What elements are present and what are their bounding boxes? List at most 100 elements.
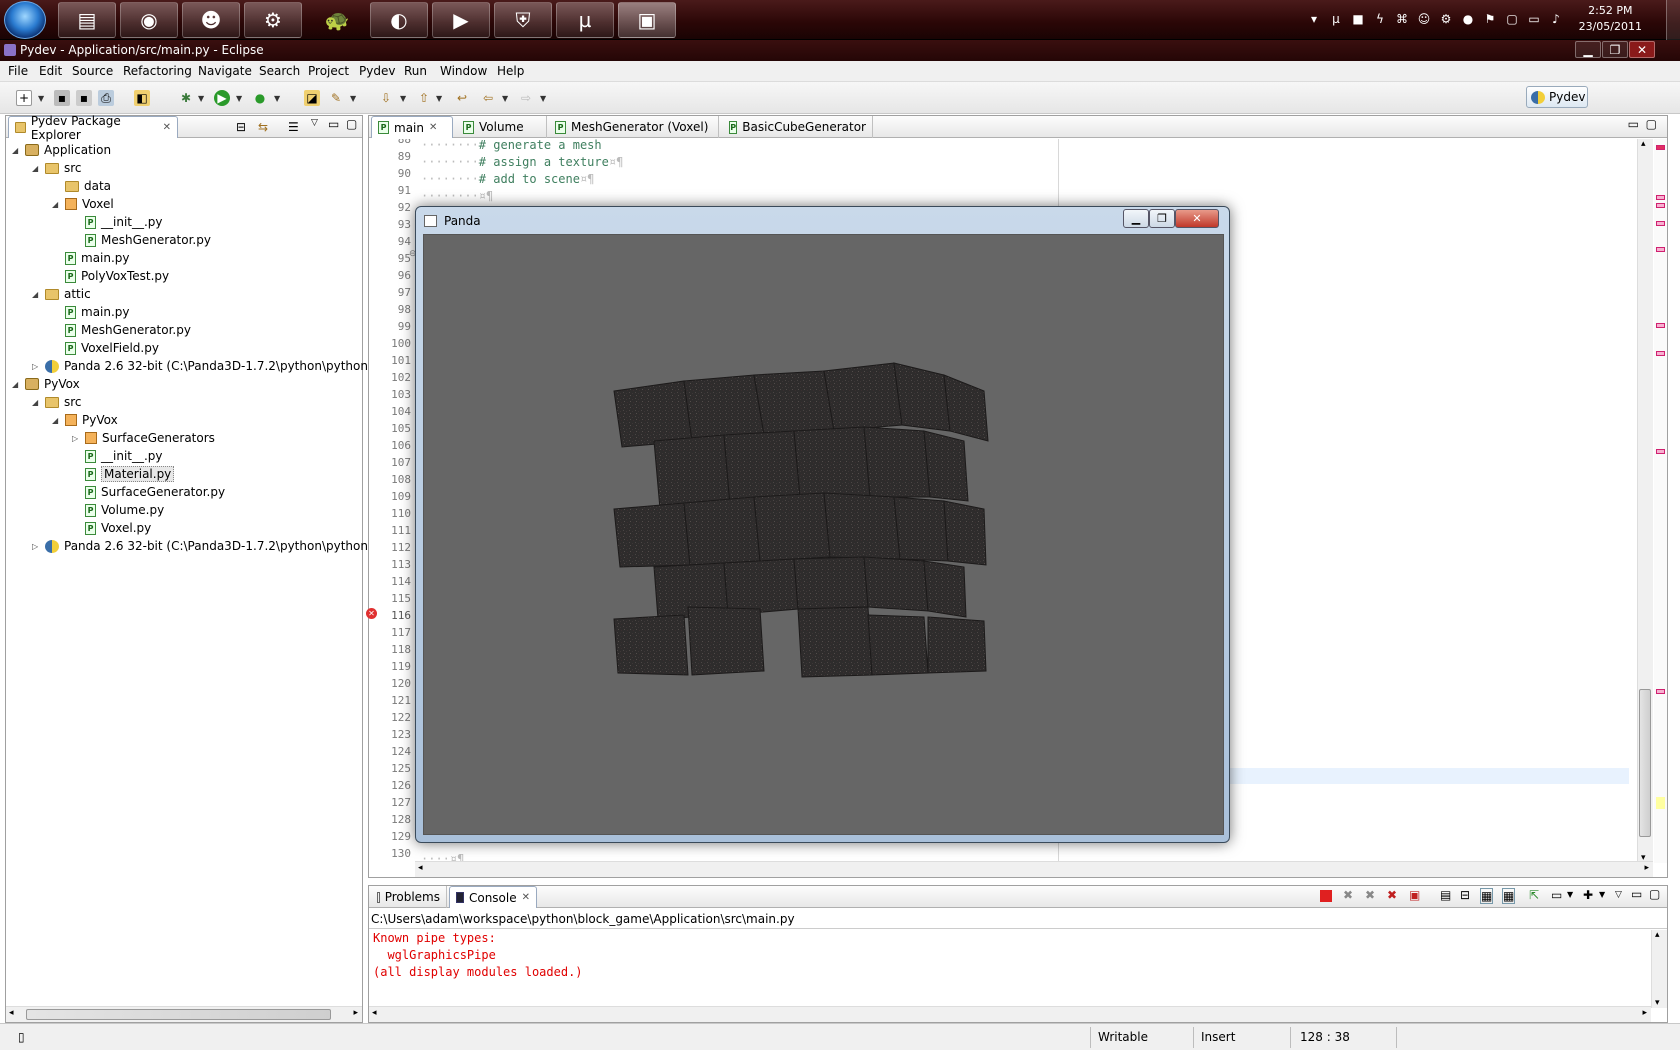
maximize-editor-icon[interactable]: ▢ <box>1646 117 1657 131</box>
editor-hscroll[interactable]: ◂ ▸ <box>415 861 1653 877</box>
tray-network-icon[interactable]: ⌘ <box>1394 11 1410 27</box>
close-console-icon[interactable]: ▣ <box>1409 888 1420 902</box>
panda-maximize-button[interactable]: ❐ <box>1149 209 1175 228</box>
forward-icon[interactable]: ⇨ <box>518 90 534 106</box>
scroll-right-icon[interactable]: ▸ <box>1642 1008 1647 1018</box>
menu-navigate[interactable]: Navigate <box>198 64 252 78</box>
shield-icon[interactable]: ⛨ <box>494 2 552 38</box>
panda-minimize-button[interactable]: ▁ <box>1123 209 1149 228</box>
link-editor-icon[interactable]: ⇆ <box>258 120 268 134</box>
chat-icon[interactable]: ☻ <box>182 2 240 38</box>
tree-item[interactable]: ◢ PyVox <box>12 375 80 393</box>
minimize-view-icon[interactable]: ▭ <box>328 117 339 131</box>
tray-steam-icon[interactable]: ⚙ <box>1438 11 1454 27</box>
tortoise-icon[interactable]: 🐢 <box>308 2 366 38</box>
panda-window[interactable]: Panda ▁ ❐ ✕ <box>415 206 1230 843</box>
ruler-mark[interactable] <box>1656 203 1665 208</box>
restore-button[interactable]: ❐ <box>1602 41 1628 58</box>
scroll-left-icon[interactable]: ◂ <box>418 863 423 873</box>
remove-all-icon[interactable]: ✖ <box>1365 888 1375 902</box>
tray-monitor-icon[interactable]: ▭ <box>1526 11 1542 27</box>
menu-help[interactable]: Help <box>497 64 524 78</box>
python-icon[interactable]: ▣ <box>618 2 676 38</box>
maximize-view-icon[interactable]: ▢ <box>346 117 357 131</box>
tree-item[interactable]: P __init__.py <box>72 447 163 465</box>
console-hscroll[interactable]: ◂ ▸ <box>369 1006 1651 1022</box>
close-button[interactable]: ✕ <box>1629 41 1655 58</box>
minimize-view-icon[interactable]: ▭ <box>1631 887 1642 901</box>
tab-basiccubegenerator[interactable]: P BasicCubeGenerator <box>723 116 873 138</box>
tree-item[interactable]: P __init__.py <box>72 213 163 231</box>
menu-source[interactable]: Source <box>72 64 113 78</box>
maximize-view-icon[interactable]: ▢ <box>1649 887 1660 901</box>
ruler-mark[interactable] <box>1656 689 1665 694</box>
tree-item[interactable]: P Volume.py <box>72 501 164 519</box>
ruler-mark[interactable] <box>1656 323 1665 328</box>
save-icon[interactable]: ▪ <box>54 90 70 106</box>
external-tools-icon[interactable]: ● <box>252 90 268 106</box>
ruler-mark[interactable] <box>1656 247 1665 252</box>
scroll-left-icon[interactable]: ◂ <box>9 1008 14 1018</box>
tab-volume[interactable]: P Volume <box>457 116 547 138</box>
tree-item[interactable]: ◢ Application <box>12 141 111 159</box>
menu-project[interactable]: Project <box>308 64 349 78</box>
tree-item[interactable]: P PolyVoxTest.py <box>52 267 169 285</box>
menu-pydev[interactable]: Pydev <box>359 64 395 78</box>
open-console-icon[interactable]: ✚ <box>1583 888 1593 902</box>
ruler-error-mark[interactable] <box>1656 145 1665 150</box>
tray-expand-icon[interactable]: ▾ <box>1306 11 1322 27</box>
terminate-icon[interactable] <box>1320 890 1332 902</box>
scroll-down-icon[interactable]: ▾ <box>1655 998 1660 1008</box>
debug-icon[interactable]: ✱ <box>178 90 194 106</box>
pen-dropdown-icon[interactable]: ▼ <box>350 94 356 103</box>
remove-launch-icon[interactable]: ✖ <box>1343 888 1353 902</box>
ruler-mark[interactable] <box>1656 449 1665 454</box>
explorer-icon[interactable]: ▤ <box>58 2 116 38</box>
explorer-hscroll[interactable]: ◂ ▸ <box>6 1006 362 1022</box>
pin-console-icon[interactable]: ⇱ <box>1529 888 1539 902</box>
show-desktop-button[interactable] <box>1666 0 1680 40</box>
run-icon[interactable]: ▶ <box>214 90 230 106</box>
fast-view-icon[interactable]: ▯ <box>18 1030 25 1044</box>
tree-item[interactable]: P Voxel.py <box>72 519 151 537</box>
external-tools-dropdown-icon[interactable]: ▼ <box>274 94 280 103</box>
tree-item[interactable]: ◢ Voxel <box>52 195 114 213</box>
minimize-button[interactable]: ▁ <box>1575 41 1601 58</box>
tree-item[interactable]: ▷ Panda 2.6 32-bit (C:\Panda3D-1.7.2\pyth… <box>32 357 388 375</box>
error-marker-icon[interactable]: ✕ <box>366 608 377 619</box>
prev-annotation-dropdown-icon[interactable]: ▼ <box>436 94 442 103</box>
view-dropdown-icon[interactable]: ▽ <box>311 118 318 128</box>
menu-window[interactable]: Window <box>440 64 487 78</box>
panda-3d-viewport[interactable] <box>423 234 1224 835</box>
tree-item[interactable]: P VoxelField.py <box>52 339 159 357</box>
forward-dropdown-icon[interactable]: ▼ <box>540 94 546 103</box>
tree-item-selected[interactable]: P Material.py <box>72 465 175 483</box>
tab-console[interactable]: Console ✕ <box>449 886 537 908</box>
steam-icon[interactable]: ⚙ <box>244 2 302 38</box>
new-icon[interactable]: + <box>16 90 32 106</box>
open-console-dropdown-icon[interactable]: ▼ <box>1599 890 1605 899</box>
close-tab-icon[interactable]: ✕ <box>429 122 437 133</box>
explorer-hscroll-thumb[interactable] <box>26 1009 331 1020</box>
tree-item[interactable]: ◢ attic <box>32 285 91 303</box>
tray-security-icon[interactable]: ● <box>1460 11 1476 27</box>
tab-main[interactable]: P main ✕ <box>371 116 453 138</box>
editor-vscroll-thumb[interactable] <box>1639 689 1651 837</box>
back-icon[interactable]: ⇦ <box>480 90 496 106</box>
tray-people-icon[interactable]: ☺ <box>1416 11 1432 27</box>
editor-vscroll[interactable]: ▴ ▾ <box>1637 139 1653 863</box>
media-player-icon[interactable]: ▶ <box>432 2 490 38</box>
scroll-left-icon[interactable]: ◂ <box>372 1008 377 1018</box>
tray-utorrent-icon[interactable]: µ <box>1328 11 1344 27</box>
tab-meshgenerator[interactable]: P MeshGenerator (Voxel) <box>549 116 719 138</box>
tray-box-icon[interactable]: ■ <box>1350 11 1366 27</box>
panda-close-button[interactable]: ✕ <box>1175 209 1219 228</box>
ruler-mark[interactable] <box>1656 351 1665 356</box>
open-type-icon[interactable]: ◧ <box>134 90 150 106</box>
clear-console-icon[interactable]: ▤ <box>1440 888 1451 902</box>
next-annotation-dropdown-icon[interactable]: ▼ <box>400 94 406 103</box>
back-dropdown-icon[interactable]: ▼ <box>502 94 508 103</box>
pydev-perspective-button[interactable]: Pydev <box>1526 86 1588 108</box>
print-icon[interactable]: ⎙ <box>98 90 114 106</box>
display-console-icon[interactable]: ▭ <box>1551 888 1562 902</box>
